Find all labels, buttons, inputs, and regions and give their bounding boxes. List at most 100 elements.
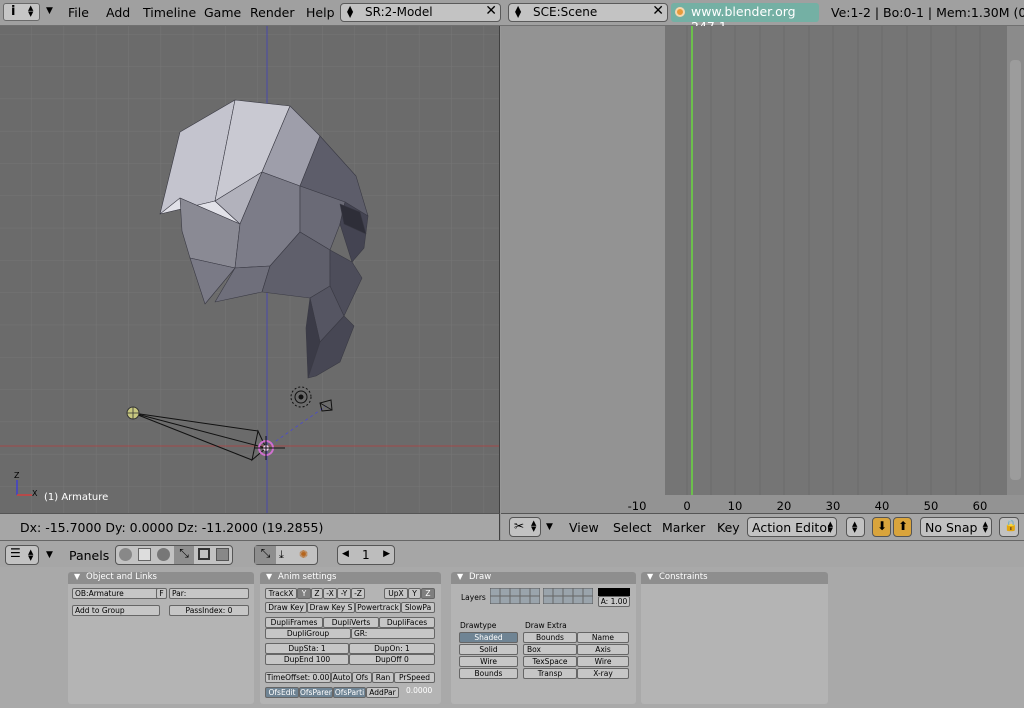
- layer-buttons[interactable]: [542, 587, 594, 605]
- extra-name-button[interactable]: Name: [577, 632, 629, 643]
- panel-header[interactable]: ▼ Constraints: [641, 572, 828, 584]
- dupli-faces-button[interactable]: DupliFaces: [379, 617, 435, 628]
- drawtype-solid[interactable]: Solid: [459, 644, 518, 655]
- up-y-button[interactable]: Y: [408, 588, 421, 599]
- dup-end-field[interactable]: DupEnd 100: [265, 654, 349, 665]
- track-neg-z-button[interactable]: -Z: [351, 588, 365, 599]
- editor-type-button[interactable]: i ▲ ▼: [3, 3, 40, 21]
- ofs-particle-button[interactable]: OfsParti: [333, 687, 366, 698]
- menu-help[interactable]: Help: [306, 5, 335, 20]
- extra-texspace-button[interactable]: TexSpace: [523, 656, 577, 667]
- dupli-frames-button[interactable]: DupliFrames: [265, 617, 323, 628]
- close-scene-icon[interactable]: ✕: [652, 3, 664, 19]
- track-y-button[interactable]: Y: [297, 588, 311, 599]
- dup-off-field[interactable]: DupOff 0: [349, 654, 435, 665]
- slow-parent-button[interactable]: SlowPa: [401, 602, 435, 613]
- menu-key[interactable]: Key: [717, 520, 740, 535]
- screen-selector[interactable]: ▲ ▼ SR:2-Model ✕: [340, 3, 501, 22]
- menu-file[interactable]: File: [68, 5, 89, 20]
- drawtype-bounds[interactable]: Bounds: [459, 668, 518, 679]
- ofs-edit-button[interactable]: OfsEdit: [265, 687, 299, 698]
- scene-selector[interactable]: ▲ ▼ SCE:Scene ✕: [508, 3, 668, 22]
- layer-buttons[interactable]: [489, 587, 541, 605]
- draw-key-button[interactable]: Draw Key: [265, 602, 307, 613]
- menu-add[interactable]: Add: [106, 5, 130, 20]
- fake-user-button[interactable]: F: [156, 588, 167, 599]
- draw-key-sel-button[interactable]: Draw Key S: [307, 602, 355, 613]
- editor-type-button[interactable]: ☰ ▲ ▼: [5, 545, 39, 565]
- add-parent-button[interactable]: AddPar: [366, 687, 399, 698]
- editor-mode-select[interactable]: Action Editor ▲ ▼: [747, 517, 837, 537]
- extra-axis-button[interactable]: Axis: [577, 644, 629, 655]
- auto-button[interactable]: Auto: [331, 672, 352, 683]
- menu-timeline[interactable]: Timeline: [143, 5, 196, 20]
- dup-on-field[interactable]: DupOn: 1: [349, 643, 435, 654]
- menu-select[interactable]: Select: [613, 520, 652, 535]
- ofs-parent-button[interactable]: OfsParent: [299, 687, 333, 698]
- extra-bounds-button[interactable]: Bounds: [523, 632, 577, 643]
- snap-select[interactable]: No Snap ▲ ▼: [920, 517, 992, 537]
- object-subcontext-icon[interactable]: ⤡: [255, 546, 276, 564]
- collapse-menu-icon[interactable]: ▼: [546, 522, 553, 532]
- lock-button[interactable]: 🔒: [999, 517, 1019, 537]
- extra-transp-button[interactable]: Transp: [523, 668, 577, 679]
- collapse-triangle-icon[interactable]: ▼: [266, 572, 272, 581]
- panel-header[interactable]: ▼ Anim settings: [260, 572, 441, 584]
- layers-grid-right[interactable]: [542, 587, 594, 605]
- menu-game[interactable]: Game: [204, 5, 241, 20]
- ran-button[interactable]: Ran: [372, 672, 394, 683]
- track-x-button[interactable]: TrackX: [265, 588, 297, 599]
- 3d-viewport[interactable]: Z X (1) Armature: [0, 26, 500, 513]
- parent-field[interactable]: Par:: [169, 588, 249, 599]
- dupli-verts-button[interactable]: DupliVerts: [323, 617, 379, 628]
- layers-grid-left[interactable]: [489, 587, 541, 605]
- up-z-button[interactable]: Z: [421, 588, 435, 599]
- script-context-icon[interactable]: [138, 548, 151, 561]
- action-vertical-scrollbar[interactable]: [1007, 26, 1024, 495]
- collapse-menu-icon[interactable]: ▼: [46, 6, 53, 16]
- add-to-group-button[interactable]: Add to Group: [72, 605, 160, 616]
- group-field[interactable]: GR:: [351, 628, 435, 639]
- increment-icon[interactable]: ▶: [383, 549, 390, 559]
- blender-url-link[interactable]: www.blender.org 247.1: [671, 3, 819, 34]
- drawtype-shaded[interactable]: Shaded: [459, 632, 518, 643]
- shading-context-icon[interactable]: [157, 548, 170, 561]
- collapse-triangle-icon[interactable]: ▼: [457, 572, 463, 581]
- ofs-button[interactable]: Ofs: [352, 672, 372, 683]
- paste-keys-button[interactable]: ⬆: [893, 517, 912, 537]
- dup-start-field[interactable]: DupSta: 1: [265, 643, 349, 654]
- time-offset-field[interactable]: TimeOffset: 0.00: [265, 672, 331, 683]
- editor-type-button[interactable]: ✂ ▲ ▼: [509, 517, 541, 537]
- object-color-swatch[interactable]: [598, 588, 630, 596]
- up-x-button[interactable]: UpX: [384, 588, 408, 599]
- scrollbar-thumb[interactable]: [1010, 60, 1021, 480]
- pr-speed-button[interactable]: PrSpeed: [394, 672, 435, 683]
- track-neg-x-button[interactable]: -X: [323, 588, 337, 599]
- physics-icon[interactable]: ⤓: [279, 548, 284, 562]
- menu-render[interactable]: Render: [250, 5, 295, 20]
- extra-wire-button[interactable]: Wire: [577, 656, 629, 667]
- collapse-triangle-icon[interactable]: ▼: [647, 572, 653, 581]
- dupli-group-button[interactable]: DupliGroup: [265, 628, 351, 639]
- object-name-field[interactable]: OB:Armature: [72, 588, 166, 599]
- frame-number-field[interactable]: ◀ 1 ▶: [337, 545, 395, 565]
- particles-icon[interactable]: ✺: [299, 548, 308, 561]
- collapse-triangle-icon[interactable]: ▼: [74, 572, 80, 581]
- object-context-icon[interactable]: ⤡: [174, 546, 194, 564]
- powertrack-button[interactable]: Powertrack: [355, 602, 401, 613]
- bounds-type-select[interactable]: Box: [523, 644, 577, 655]
- copy-keys-button[interactable]: ⬇: [872, 517, 891, 537]
- editing-context-icon[interactable]: [198, 548, 210, 560]
- panel-header[interactable]: ▼ Object and Links: [68, 572, 254, 584]
- collapse-menu-icon[interactable]: ▼: [46, 550, 53, 560]
- logic-context-icon[interactable]: [119, 548, 132, 561]
- menu-marker[interactable]: Marker: [662, 520, 705, 535]
- pass-index-field[interactable]: PassIndex: 0: [169, 605, 249, 616]
- panel-header[interactable]: ▼ Draw: [451, 572, 636, 584]
- action-browse-button[interactable]: ▲ ▼: [846, 517, 865, 537]
- extra-xray-button[interactable]: X-ray: [577, 668, 629, 679]
- close-screen-icon[interactable]: ✕: [485, 3, 497, 19]
- track-neg-y-button[interactable]: -Y: [337, 588, 351, 599]
- drawtype-wire[interactable]: Wire: [459, 656, 518, 667]
- alpha-field[interactable]: A: 1.00: [598, 596, 630, 607]
